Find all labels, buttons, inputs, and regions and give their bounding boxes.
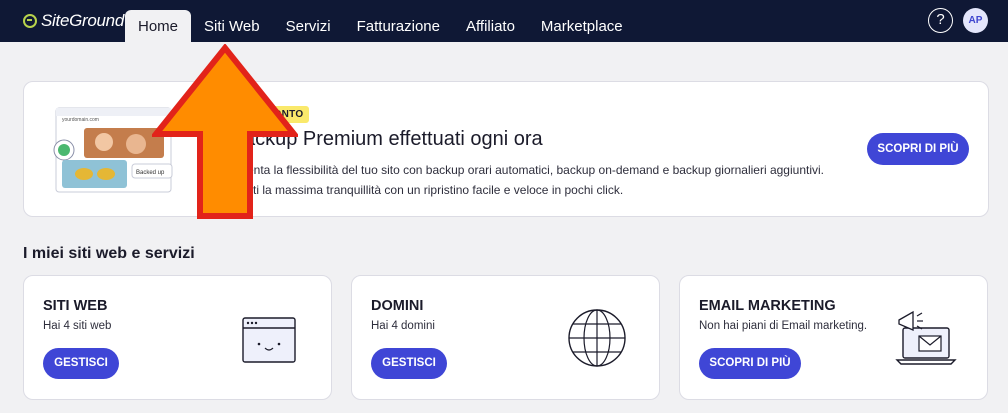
section-title: I miei siti web e servizi — [23, 245, 195, 262]
main-nav: Home Siti Web Servizi Fatturazione Affil… — [125, 10, 636, 42]
brand-name: SiteGround — [41, 11, 124, 30]
nav-item-servizi[interactable]: Servizi — [273, 10, 344, 42]
card-email-marketing: EMAIL MARKETING Non hai piani di Email m… — [679, 275, 988, 400]
nav-item-siti-web[interactable]: Siti Web — [191, 10, 273, 42]
nav-item-fatturazione[interactable]: Fatturazione — [344, 10, 453, 42]
card-subtitle: Non hai piani di Email marketing. — [699, 320, 868, 332]
promo-discover-button[interactable]: SCOPRI DI PIÙ — [867, 133, 969, 165]
top-navbar: SiteGround Home Siti Web Servizi Fattura… — [0, 0, 1008, 42]
illus-url: yourdomain.com — [62, 117, 99, 123]
manage-websites-button[interactable]: GESTISCI — [43, 348, 119, 379]
megaphone-laptop-icon — [895, 310, 957, 365]
browser-window-icon — [242, 317, 296, 363]
globe-icon — [568, 309, 626, 367]
manage-domains-button[interactable]: GESTISCI — [371, 348, 447, 379]
promo-description: menta la flessibilità del tuo sito con b… — [237, 160, 857, 200]
promo-desc-line-2: oditi la massima tranquillità con un rip… — [237, 183, 624, 197]
logo-icon — [23, 14, 37, 28]
nav-item-home[interactable]: Home — [125, 10, 192, 42]
user-avatar[interactable]: AP — [963, 8, 988, 33]
help-icon[interactable]: ? — [928, 8, 953, 33]
email-marketing-discover-button[interactable]: SCOPRI DI PIÙ — [699, 348, 801, 379]
card-title: DOMINI — [371, 298, 424, 314]
card-subtitle: Hai 4 domini — [371, 320, 435, 332]
brand-logo[interactable]: SiteGround — [23, 10, 124, 32]
card-siti-web: SITI WEB Hai 4 siti web GESTISCI — [23, 275, 332, 400]
arrow-up-icon — [152, 44, 298, 219]
nav-item-marketplace[interactable]: Marketplace — [528, 10, 636, 42]
nav-item-affiliato[interactable]: Affiliato — [453, 10, 528, 42]
card-subtitle: Hai 4 siti web — [43, 320, 112, 332]
promo-desc-line-1: menta la flessibilità del tuo sito con b… — [237, 163, 824, 177]
card-title: SITI WEB — [43, 298, 108, 314]
card-title: EMAIL MARKETING — [699, 298, 836, 314]
card-domini: DOMINI Hai 4 domini GESTISCI — [351, 275, 660, 400]
